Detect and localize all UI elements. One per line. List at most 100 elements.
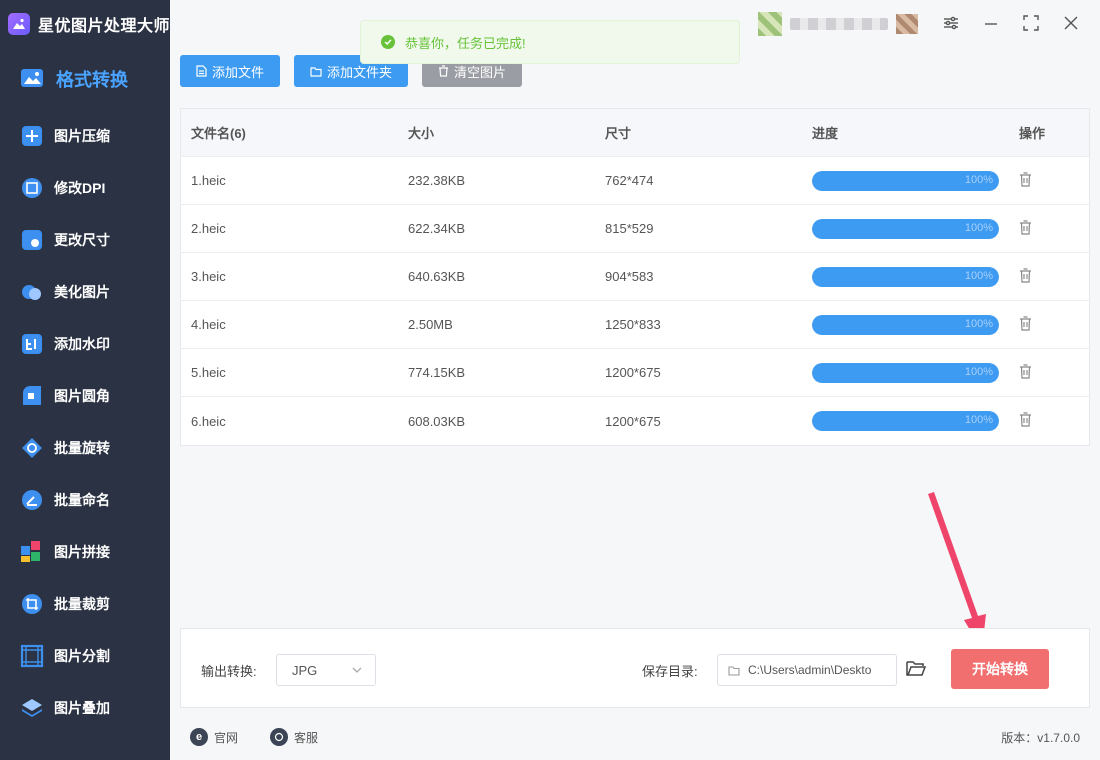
sidebar-item-8[interactable]: 批量命名 — [0, 474, 170, 526]
header-name: 文件名(6) — [191, 126, 246, 141]
header-action: 操作 — [1019, 126, 1046, 141]
image-compress-icon — [20, 124, 44, 148]
sidebar-item-label: 图片圆角 — [54, 388, 110, 404]
sidebar-item-label: 更改尺寸 — [54, 232, 110, 248]
customer-service-label: 客服 — [294, 730, 319, 745]
website-label: 官网 — [214, 730, 239, 745]
sidebar-item-label: 图片叠加 — [54, 700, 110, 716]
clear-images-label: 清空图片 — [454, 64, 507, 80]
sidebar-item-12[interactable]: 图片叠加 — [0, 682, 170, 734]
file-dimensions: 762*474 — [605, 173, 654, 188]
file-dimensions: 904*583 — [605, 269, 654, 284]
watermark-icon — [20, 332, 44, 356]
user-account[interactable] — [758, 10, 918, 38]
table-row: 5.heic 774.15KB 1200*675 100% — [181, 349, 1089, 397]
crop-icon — [20, 592, 44, 616]
chevron-down-icon — [352, 667, 362, 673]
sidebar-item-6[interactable]: 图片圆角 — [0, 370, 170, 422]
start-convert-button[interactable]: 开始转换 — [951, 649, 1049, 689]
resize-icon — [20, 228, 44, 252]
file-name: 3.heic — [191, 269, 226, 284]
version-text: 版本：v1.7.0.0 — [1001, 730, 1080, 745]
add-folder-label: 添加文件夹 — [327, 64, 393, 80]
progress-cell: 100% — [802, 266, 1009, 287]
maximize-icon[interactable] — [1020, 12, 1042, 34]
main-area: 恭喜你，任务已完成! 添加文件 添加文件夹 清空图片 文件名(6) 大小 尺寸 … — [170, 0, 1100, 760]
save-dir-label: 保存目录: — [642, 664, 698, 679]
settings-sliders-icon[interactable] — [940, 12, 962, 34]
progress-cell: 100% — [802, 170, 1009, 191]
file-dimensions: 1200*675 — [605, 365, 661, 380]
delete-icon[interactable] — [1019, 267, 1033, 284]
sidebar-item-label: 图片分割 — [54, 648, 110, 664]
minimize-icon[interactable] — [980, 12, 1002, 34]
file-size: 774.15KB — [408, 365, 466, 380]
sidebar-item-label: 图片压缩 — [54, 128, 110, 144]
action-cell — [1009, 363, 1089, 382]
sidebar-item-0[interactable]: 格式转换 — [0, 48, 170, 110]
delete-icon[interactable] — [1019, 315, 1033, 332]
sidebar-item-label: 批量裁剪 — [54, 596, 110, 612]
sidebar: 星优图片处理大师 格式转换图片压缩修改DPI 更改尺寸美化图片添加水印图片圆角批量… — [0, 0, 170, 760]
header-progress: 进度 — [812, 126, 839, 141]
file-icon — [196, 65, 207, 77]
progress-bar: 100% — [812, 411, 999, 431]
user-badge-blurred — [896, 14, 918, 34]
website-link[interactable]: e 官网 — [190, 728, 238, 746]
footer: e 官网 客服 版本：v1.7.0.0 — [170, 714, 1100, 760]
sidebar-item-11[interactable]: 图片分割 — [0, 630, 170, 682]
app-logo-icon — [8, 13, 30, 35]
file-name: 2.heic — [191, 221, 226, 236]
sidebar-nav: 格式转换图片压缩修改DPI 更改尺寸美化图片添加水印图片圆角批量旋转 批量命名图片拼… — [0, 48, 170, 734]
folder-small-icon — [728, 665, 740, 676]
sidebar-item-7[interactable]: 批量旋转 — [0, 422, 170, 474]
sidebar-item-label: 美化图片 — [54, 284, 110, 300]
delete-icon[interactable] — [1019, 363, 1033, 380]
add-file-button[interactable]: 添加文件 — [180, 55, 281, 87]
sidebar-item-label: 添加水印 — [54, 336, 110, 352]
sidebar-item-3[interactable]: 更改尺寸 — [0, 214, 170, 266]
file-name: 4.heic — [191, 317, 226, 332]
progress-bar: 100% — [812, 218, 999, 239]
sidebar-item-4[interactable]: 美化图片 — [0, 266, 170, 318]
output-format-select[interactable]: JPG — [276, 654, 376, 686]
progress-text: 100% — [964, 414, 993, 426]
progress-bar: 100% — [812, 266, 999, 287]
brand: 星优图片处理大师 — [0, 0, 170, 48]
progress-cell: 100% — [802, 314, 1009, 335]
table-header: 文件名(6) 大小 尺寸 进度 操作 — [181, 109, 1089, 157]
sidebar-item-9[interactable]: 图片拼接 — [0, 526, 170, 578]
folder-icon — [310, 66, 322, 77]
check-circle-icon — [381, 35, 395, 49]
split-icon — [20, 644, 44, 668]
sidebar-item-10[interactable]: 批量裁剪 — [0, 578, 170, 630]
delete-icon[interactable] — [1019, 171, 1033, 188]
sidebar-item-2[interactable]: 修改DPI — [0, 162, 170, 214]
progress-text: 100% — [964, 221, 993, 234]
app-title: 星优图片处理大师 — [38, 18, 171, 35]
progress-bar: 100% — [812, 170, 999, 191]
customer-service-link[interactable]: 客服 — [270, 728, 318, 746]
delete-icon[interactable] — [1019, 219, 1033, 236]
table-row: 4.heic 2.50MB 1250*833 100% — [181, 301, 1089, 349]
sidebar-item-label: 图片拼接 — [54, 544, 110, 560]
output-format-label: 输出转换: — [201, 664, 257, 679]
sidebar-item-label: 格式转换 — [56, 70, 128, 90]
table-row: 6.heic 608.03KB 1200*675 100% — [181, 397, 1089, 445]
save-dir-input[interactable]: C:\Users\admin\Deskto — [717, 654, 897, 686]
file-size: 232.38KB — [408, 173, 466, 188]
progress-text: 100% — [964, 317, 993, 330]
open-folder-icon[interactable] — [905, 657, 927, 679]
success-toast: 恭喜你，任务已完成! — [360, 20, 740, 64]
chat-icon — [270, 728, 288, 746]
output-panel: 输出转换: JPG 保存目录: C:\Users\admin\Deskto 开始… — [180, 628, 1090, 708]
image-convert-icon — [20, 66, 46, 92]
delete-icon[interactable] — [1019, 412, 1033, 428]
file-table: 文件名(6) 大小 尺寸 进度 操作 1.heic 232.38KB 762*474… — [180, 108, 1090, 446]
sidebar-item-5[interactable]: 添加水印 — [0, 318, 170, 370]
file-size: 608.03KB — [408, 413, 466, 429]
sidebar-item-1[interactable]: 图片压缩 — [0, 110, 170, 162]
beautify-icon — [20, 280, 44, 304]
header-size: 大小 — [408, 126, 435, 141]
close-icon[interactable] — [1060, 12, 1082, 34]
